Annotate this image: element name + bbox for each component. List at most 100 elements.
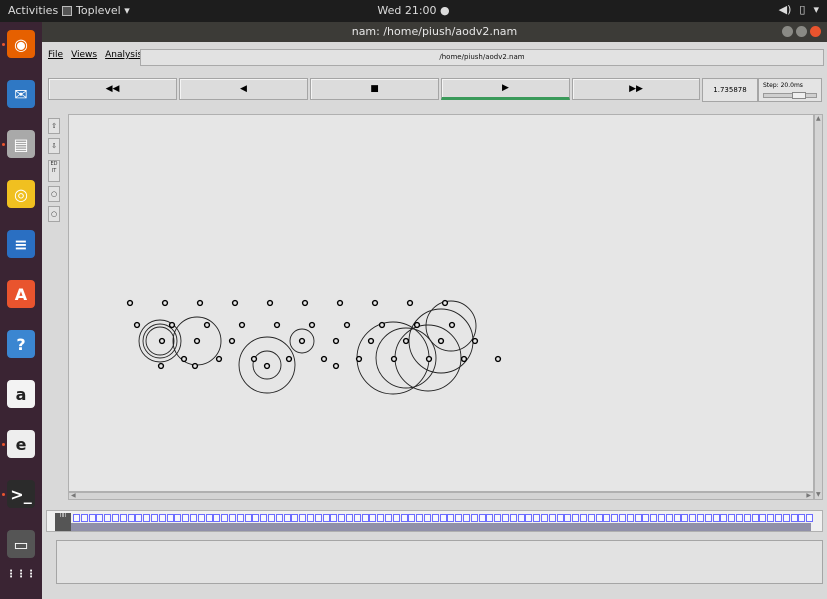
software-icon[interactable]: A: [7, 280, 35, 308]
network-node[interactable]: [126, 299, 134, 307]
network-node[interactable]: [231, 299, 239, 307]
rewind-button[interactable]: ◀◀: [48, 78, 177, 100]
fast-forward-button[interactable]: ▶▶: [572, 78, 700, 100]
timeline-cell: [252, 514, 260, 522]
network-node[interactable]: [343, 321, 351, 329]
close-button[interactable]: [810, 26, 821, 37]
network-node[interactable]: [406, 299, 414, 307]
show-apps-icon[interactable]: ⋮⋮⋮: [6, 560, 36, 588]
network-node[interactable]: [441, 299, 449, 307]
network-animation-canvas[interactable]: [68, 114, 814, 492]
network-node[interactable]: [425, 355, 433, 363]
timeline-cell: [806, 514, 814, 522]
network-node[interactable]: [298, 337, 306, 345]
step-control: Step: 20.0ms: [758, 78, 822, 102]
network-node[interactable]: [355, 355, 363, 363]
thunderbird-icon[interactable]: ✉: [7, 80, 35, 108]
play-button[interactable]: ▶: [441, 78, 570, 100]
network-node[interactable]: [250, 355, 258, 363]
tool-circle-1[interactable]: ○: [48, 186, 60, 202]
scroll-down-icon[interactable]: ▼: [816, 492, 821, 498]
network-node[interactable]: [193, 337, 201, 345]
amazon-icon[interactable]: a: [7, 380, 35, 408]
timeline-cell: [564, 514, 572, 522]
network-node[interactable]: [285, 355, 293, 363]
network-node[interactable]: [191, 362, 199, 370]
network-node[interactable]: [402, 337, 410, 345]
activities-button[interactable]: Activities: [8, 4, 58, 17]
network-node[interactable]: [336, 299, 344, 307]
network-node[interactable]: [332, 362, 340, 370]
step-back-button[interactable]: ◀: [179, 78, 308, 100]
zoom-in-button[interactable]: ⇧: [48, 118, 60, 134]
system-tray[interactable]: ◀) ▯ ▾: [779, 3, 819, 16]
scroll-left-icon[interactable]: ◀: [71, 493, 76, 499]
maximize-button[interactable]: [796, 26, 807, 37]
stop-button[interactable]: ■: [310, 78, 439, 100]
network-node[interactable]: [203, 321, 211, 329]
network-node[interactable]: [215, 355, 223, 363]
timeline-cell: [197, 514, 205, 522]
network-node[interactable]: [320, 355, 328, 363]
network-node[interactable]: [378, 321, 386, 329]
network-node[interactable]: [273, 321, 281, 329]
network-node[interactable]: [437, 337, 445, 345]
network-node[interactable]: [367, 337, 375, 345]
timeline-cell: [556, 514, 564, 522]
network-node[interactable]: [161, 299, 169, 307]
files-icon[interactable]: ▤: [7, 130, 35, 158]
timeline-cell: [291, 514, 299, 522]
network-node[interactable]: [196, 299, 204, 307]
zoom-out-button[interactable]: ⇩: [48, 138, 60, 154]
trash-icon[interactable]: ▭: [7, 530, 35, 558]
horizontal-scrollbar[interactable]: ◀ ▶: [68, 492, 814, 500]
menu-analysis[interactable]: Analysis: [105, 50, 142, 66]
network-node[interactable]: [238, 321, 246, 329]
app-menu[interactable]: Toplevel ▾: [62, 4, 130, 17]
network-node[interactable]: [266, 299, 274, 307]
step-slider[interactable]: [763, 92, 817, 99]
terminal-icon[interactable]: >_: [7, 480, 35, 508]
network-node[interactable]: [301, 299, 309, 307]
tool-circle-2[interactable]: ○: [48, 206, 60, 222]
network-node[interactable]: [471, 337, 479, 345]
step-label: Step: 20.0ms: [763, 82, 803, 89]
network-node[interactable]: [180, 355, 188, 363]
menu-file[interactable]: File: [48, 50, 63, 66]
rhythmbox-icon[interactable]: ◎: [7, 180, 35, 208]
network-node[interactable]: [460, 355, 468, 363]
network-node[interactable]: [413, 321, 421, 329]
network-node[interactable]: [494, 355, 502, 363]
help-icon[interactable]: ?: [7, 330, 35, 358]
network-node[interactable]: [332, 337, 340, 345]
timeline-marker[interactable]: IIII: [55, 513, 71, 531]
timeline-cell: [502, 514, 509, 522]
network-node[interactable]: [158, 337, 166, 345]
timeline-cell: [736, 514, 743, 522]
timeline-cell: [385, 514, 392, 522]
firefox-icon[interactable]: ◉: [7, 30, 35, 58]
network-node[interactable]: [157, 362, 165, 370]
network-node[interactable]: [371, 299, 379, 307]
vertical-scrollbar[interactable]: ▲ ▼: [814, 114, 823, 500]
step-slider-thumb[interactable]: [792, 92, 806, 99]
network-node[interactable]: [308, 321, 316, 329]
timeline-cell: [392, 514, 400, 522]
network-node[interactable]: [133, 321, 141, 329]
network-node[interactable]: [228, 337, 236, 345]
network-node[interactable]: [263, 362, 271, 370]
writer-icon[interactable]: ≡: [7, 230, 35, 258]
timeline-cell: [330, 514, 338, 522]
settings-icon[interactable]: e: [7, 430, 35, 458]
network-node[interactable]: [448, 321, 456, 329]
menu-views[interactable]: Views: [71, 50, 97, 66]
network-node[interactable]: [168, 321, 176, 329]
minimize-button[interactable]: [782, 26, 793, 37]
timeline-slider[interactable]: IIII: [46, 510, 823, 532]
timeline-cell: [283, 514, 291, 522]
network-node[interactable]: [390, 355, 398, 363]
scroll-up-icon[interactable]: ▲: [816, 116, 821, 122]
edit-button[interactable]: ED IT: [48, 160, 60, 182]
timeline-cell: [353, 514, 361, 522]
scroll-right-icon[interactable]: ▶: [806, 493, 811, 499]
